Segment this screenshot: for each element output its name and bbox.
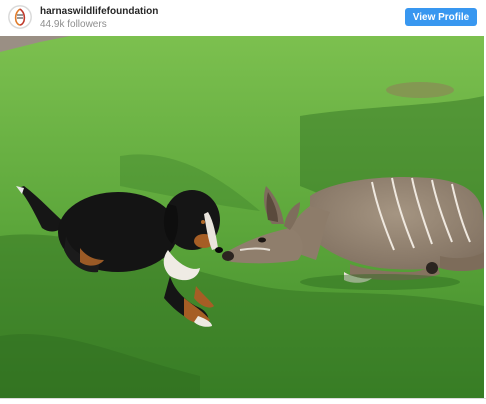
follower-count: 44.9k followers <box>40 19 107 30</box>
view-profile-button[interactable]: View Profile <box>405 8 477 26</box>
post-photo[interactable] <box>0 36 484 398</box>
account-name[interactable]: harnaswildlifefoundation <box>40 7 158 17</box>
profile-avatar[interactable] <box>8 5 32 29</box>
dog-and-kudu-photo <box>0 36 484 398</box>
harnas-logo-icon <box>8 5 32 29</box>
post-divider <box>0 398 486 404</box>
post-header: harnaswildlifefoundation 44.9k followers… <box>0 0 486 35</box>
account-info: harnaswildlifefoundation 44.9k followers <box>40 7 158 30</box>
